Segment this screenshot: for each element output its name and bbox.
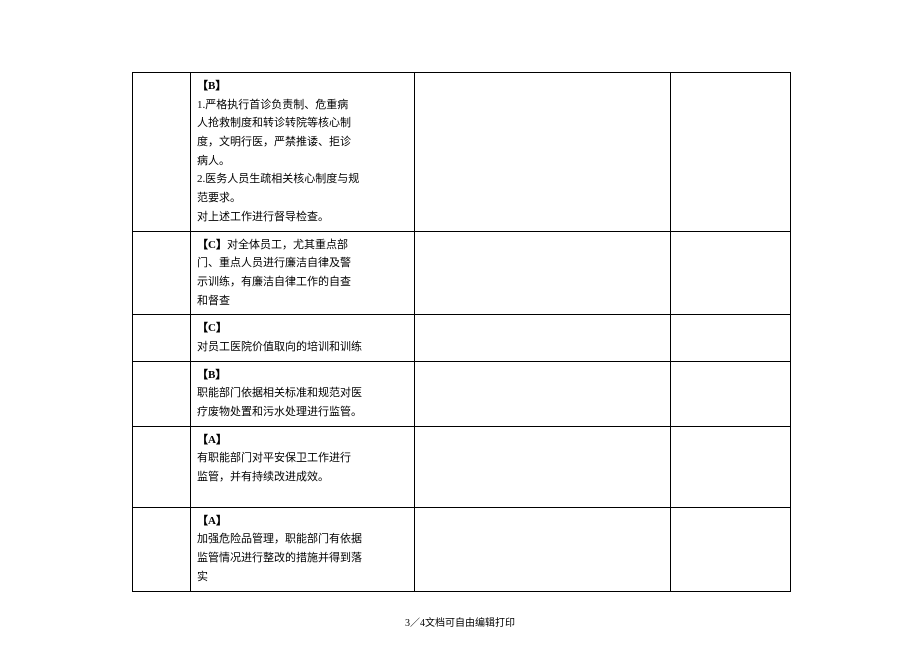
cell-col2: 【A】 有职能部门对平安保卫工作进行 监管，并有持续改进成效。 <box>191 426 415 507</box>
table-row: 【B】 职能部门依据相关标准和规范对医 疗废物处置和污水处理进行监管。 <box>133 361 791 426</box>
cell-col2: 【B】 1.严格执行首诊负责制、危重病 人抢救制度和转诊转院等核心制 度，文明行… <box>191 73 415 232</box>
cell-col3 <box>415 361 671 426</box>
row-line: 职能部门依据相关标准和规范对医 <box>197 387 362 399</box>
cell-col1 <box>133 507 191 591</box>
cell-col4 <box>671 426 791 507</box>
cell-col3 <box>415 507 671 591</box>
cell-col4 <box>671 315 791 361</box>
cell-col2: 【C】 对员工医院价值取向的培训和训练 <box>191 315 415 361</box>
row-tag: 【B】 <box>197 369 226 381</box>
row-line: 度，文明行医，严禁推诿、拒诊 <box>197 136 351 148</box>
cell-col2: 【A】 加强危险品管理，职能部门有依据 监管情况进行整改的措施并得到落 实 <box>191 507 415 591</box>
row-tag: 【B】 <box>197 80 226 92</box>
table-row: 【C】 对员工医院价值取向的培训和训练 <box>133 315 791 361</box>
row-line: 监管，并有持续改进成效。 <box>197 471 329 483</box>
row-line: 对员工医院价值取向的培训和训练 <box>197 341 362 353</box>
cell-col4 <box>671 231 791 315</box>
document-table: 【B】 1.严格执行首诊负责制、危重病 人抢救制度和转诊转院等核心制 度，文明行… <box>132 72 791 592</box>
row-line: 范要求。 <box>197 192 241 204</box>
cell-col3 <box>415 315 671 361</box>
row-line: 对上述工作进行督导检查。 <box>197 211 329 223</box>
row-tag: 【A】 <box>197 515 227 527</box>
row-line: 有职能部门对平安保卫工作进行 <box>197 452 351 464</box>
row-line: 人抢救制度和转诊转院等核心制 <box>197 117 351 129</box>
table-row: 【A】 加强危险品管理，职能部门有依据 监管情况进行整改的措施并得到落 实 <box>133 507 791 591</box>
cell-col4 <box>671 507 791 591</box>
table-row: 【B】 1.严格执行首诊负责制、危重病 人抢救制度和转诊转院等核心制 度，文明行… <box>133 73 791 232</box>
cell-col1 <box>133 361 191 426</box>
page-container: 【B】 1.严格执行首诊负责制、危重病 人抢救制度和转诊转院等核心制 度，文明行… <box>0 0 920 651</box>
table-row: 【C】对全体员工，尤其重点部 门、重点人员进行廉洁自律及警 示训练，有廉洁自律工… <box>133 231 791 315</box>
row-line: 实 <box>197 571 208 583</box>
row-line: 和督查 <box>197 295 230 307</box>
row-tag: 【C】 <box>197 239 227 251</box>
page-footer: 3／4文档可自由编辑打印 <box>0 614 920 629</box>
row-line: 门、重点人员进行廉洁自律及警 <box>197 257 351 269</box>
cell-col4 <box>671 361 791 426</box>
cell-col3 <box>415 231 671 315</box>
cell-col1 <box>133 73 191 232</box>
row-line: 疗废物处置和污水处理进行监管。 <box>197 406 362 418</box>
row-line: 病人。 <box>197 155 230 167</box>
cell-col1 <box>133 231 191 315</box>
table-row: 【A】 有职能部门对平安保卫工作进行 监管，并有持续改进成效。 <box>133 426 791 507</box>
row-line: 1.严格执行首诊负责制、危重病 <box>197 99 348 111</box>
cell-col4 <box>671 73 791 232</box>
cell-col3 <box>415 73 671 232</box>
row-line: 示训练，有廉洁自律工作的自查 <box>197 276 351 288</box>
cell-col2: 【C】对全体员工，尤其重点部 门、重点人员进行廉洁自律及警 示训练，有廉洁自律工… <box>191 231 415 315</box>
cell-col1 <box>133 426 191 507</box>
row-line: 2.医务人员生疏相关核心制度与规 <box>197 173 359 185</box>
cell-col1 <box>133 315 191 361</box>
cell-col3 <box>415 426 671 507</box>
row-line: 加强危险品管理，职能部门有依据 <box>197 533 362 545</box>
row-inline: 对全体员工，尤其重点部 <box>227 239 348 251</box>
table-wrapper: 【B】 1.严格执行首诊负责制、危重病 人抢救制度和转诊转院等核心制 度，文明行… <box>132 72 790 592</box>
cell-col2: 【B】 职能部门依据相关标准和规范对医 疗废物处置和污水处理进行监管。 <box>191 361 415 426</box>
row-tag: 【A】 <box>197 434 227 446</box>
row-line: 监管情况进行整改的措施并得到落 <box>197 552 362 564</box>
row-tag: 【C】 <box>197 322 227 334</box>
